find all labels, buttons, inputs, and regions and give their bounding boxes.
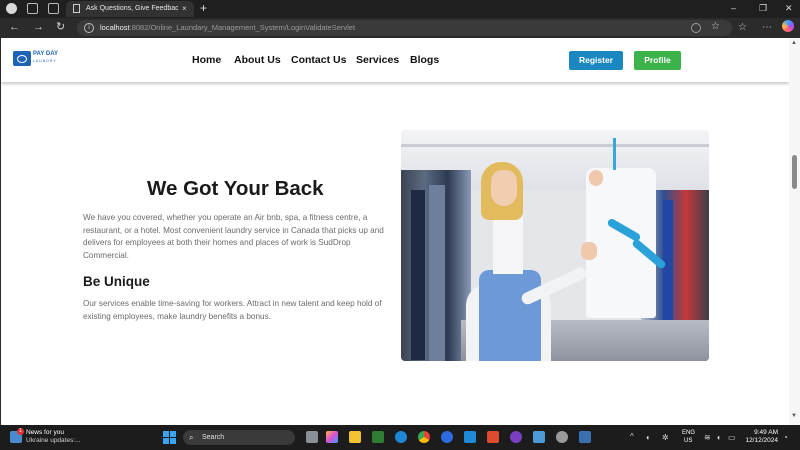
tab-close-icon[interactable]: × [182,3,187,14]
logo-subtext: LAUNDRY [33,59,57,63]
forward-icon[interactable]: → [33,21,44,34]
tab-title: Ask Questions, Give Feedback, an [86,5,178,12]
github-icon[interactable] [510,431,522,443]
settings-icon[interactable] [556,431,568,443]
site-info-icon[interactable]: i [84,23,94,33]
tray-app-icon[interactable]: ◐ [646,432,651,443]
copilot-icon[interactable] [782,20,794,32]
intro-paragraph: We have you covered, whether you operate… [83,213,384,260]
refresh-icon[interactable]: ↻ [56,21,65,34]
profile-button[interactable]: Profile [634,51,681,70]
scroll-down-icon[interactable]: ▼ [791,413,797,419]
app-a-icon[interactable] [441,431,453,443]
windows-taskbar: 1 News for you Ukraine updates:... ⌕ Sea… [0,425,800,450]
more-menu-icon[interactable]: ⋯ [762,21,772,34]
unique-paragraph: Our services enable time-saving for work… [83,299,382,321]
logo-mark-icon [13,51,31,66]
tab-actions-icon[interactable] [48,3,59,14]
favorites-icon[interactable]: ☆ [738,21,747,34]
back-icon[interactable]: ← [9,21,20,34]
close-window-button[interactable]: ✕ [785,2,793,14]
browser-tab-bar: Ask Questions, Give Feedback, an × + – ❐… [0,0,800,17]
register-button[interactable]: Register [569,51,623,70]
viewport-edge [0,38,1,425]
language-indicator[interactable]: ENG [682,429,695,437]
tracking-icon[interactable] [691,23,701,33]
clock-date[interactable]: 12/12/2024 [744,437,778,445]
browser-tab-active[interactable]: Ask Questions, Give Feedback, an × [66,1,194,17]
profile-avatar-icon[interactable] [6,3,17,14]
page-viewport: PAY DAY LAUNDRY Home About Us Contact Us… [0,38,800,425]
nav-contact-us[interactable]: Contact Us [291,54,346,67]
laundry-worker-photo [401,130,709,361]
page-scrollbar[interactable]: ▲ ▼ [789,38,800,425]
section-heading: We Got Your Back [147,177,324,200]
search-label: Search [202,434,225,441]
logo-text: PAY DAY [33,51,59,57]
notepad-icon[interactable] [533,431,545,443]
edge-icon[interactable] [395,431,407,443]
workspaces-icon[interactable] [27,3,38,14]
search-icon: ⌕ [189,433,194,442]
figma-icon[interactable] [487,431,499,443]
volume-icon[interactable]: ◖ [716,432,721,443]
vscode-icon[interactable] [464,431,476,443]
favorite-star-icon[interactable]: ☆ [711,20,720,33]
clock-time[interactable]: 9:49 AM [749,429,778,437]
chrome-icon[interactable] [418,431,430,443]
notification-bell-icon[interactable]: ◔ [783,432,788,443]
file-explorer-icon[interactable] [349,431,361,443]
bluetooth-icon[interactable]: ✲ [662,432,669,443]
url-text[interactable]: localhost:8082/Online_Laundary_Managemen… [100,22,355,34]
nav-about-us[interactable]: About Us [234,54,281,67]
nav-home[interactable]: Home [192,54,221,67]
site-header: PAY DAY LAUNDRY Home About Us Contact Us… [1,38,789,82]
language-region[interactable]: US [684,437,692,445]
taskbar-search[interactable]: ⌕ Search [183,430,295,445]
nav-blogs[interactable]: Blogs [410,54,439,67]
task-view-icon[interactable] [306,431,318,443]
minimize-button[interactable]: – [731,2,736,14]
browser-toolbar: ← → ↻ i localhost:8082/Online_Laundary_M… [0,18,800,38]
new-tab-button[interactable]: + [200,1,207,15]
maximize-button[interactable]: ❐ [759,2,767,14]
start-button[interactable] [163,431,176,444]
address-bar[interactable]: i localhost:8082/Online_Laundary_Managem… [77,20,732,36]
app-window-icon[interactable] [579,431,591,443]
battery-icon[interactable]: ▭ [728,432,736,443]
page-icon [73,4,80,13]
scroll-up-icon[interactable]: ▲ [791,40,797,46]
section-subheading: Be Unique [83,274,150,289]
nav-services[interactable]: Services [356,54,399,67]
news-badge: 1 [17,428,24,435]
store-icon[interactable] [372,431,384,443]
news-title[interactable]: News for you [26,429,64,437]
copilot-app-icon[interactable] [326,431,338,443]
scroll-thumb[interactable] [792,155,797,189]
tray-chevron-icon[interactable]: ^ [630,431,634,443]
wifi-icon[interactable]: ≋ [704,432,711,443]
news-subtitle[interactable]: Ukraine updates:... [26,437,81,445]
site-logo[interactable]: PAY DAY LAUNDRY [13,51,65,66]
